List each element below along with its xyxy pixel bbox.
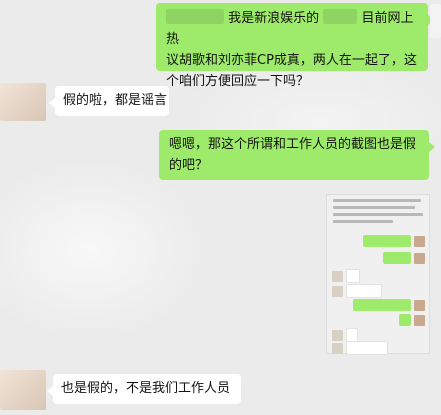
message-outgoing: 嗯嗯，那这个所谓和工作人员的截图也是假 的吧？ (0, 130, 441, 182)
message-line: 的吧？ (169, 158, 209, 173)
redacted-block (166, 9, 224, 24)
message-text: 我是新浪娱乐的 (228, 11, 320, 26)
message-bubble[interactable]: 假的啦，都是谣言 (49, 86, 169, 116)
message-line: 议胡歌和刘亦菲CP成真，两人在一起了，这 (166, 53, 417, 68)
message-incoming: 也是假的，不是我们工作人员 (0, 370, 441, 412)
avatar[interactable] (0, 83, 46, 121)
message-line: 嗯嗯，那这个所谓和工作人员的截图也是假 (169, 137, 417, 152)
message-bubble[interactable]: 我是新浪娱乐的 目前网上热 议胡歌和刘亦菲CP成真，两人在一起了，这 个咱们方便… (156, 3, 434, 89)
message-outgoing: 我是新浪娱乐的 目前网上热 议胡歌和刘亦菲CP成真，两人在一起了，这 个咱们方便… (0, 0, 441, 89)
message-text: 假的啦，都是谣言 (63, 93, 168, 108)
avatar[interactable] (430, 4, 441, 38)
redacted-block (323, 9, 358, 24)
avatar[interactable] (0, 370, 46, 410)
message-outgoing-image (0, 192, 441, 362)
message-incoming: 假的啦，都是谣言 (0, 80, 441, 121)
message-bubble[interactable]: 嗯嗯，那这个所谓和工作人员的截图也是假 的吧？ (159, 130, 435, 180)
message-line: 我是新浪娱乐的 目前网上热 (166, 8, 418, 50)
message-text: 也是假的，不是我们工作人员 (61, 381, 231, 396)
chat-screenshot-image[interactable] (326, 194, 430, 355)
message-bubble[interactable]: 也是假的，不是我们工作人员 (47, 374, 241, 404)
